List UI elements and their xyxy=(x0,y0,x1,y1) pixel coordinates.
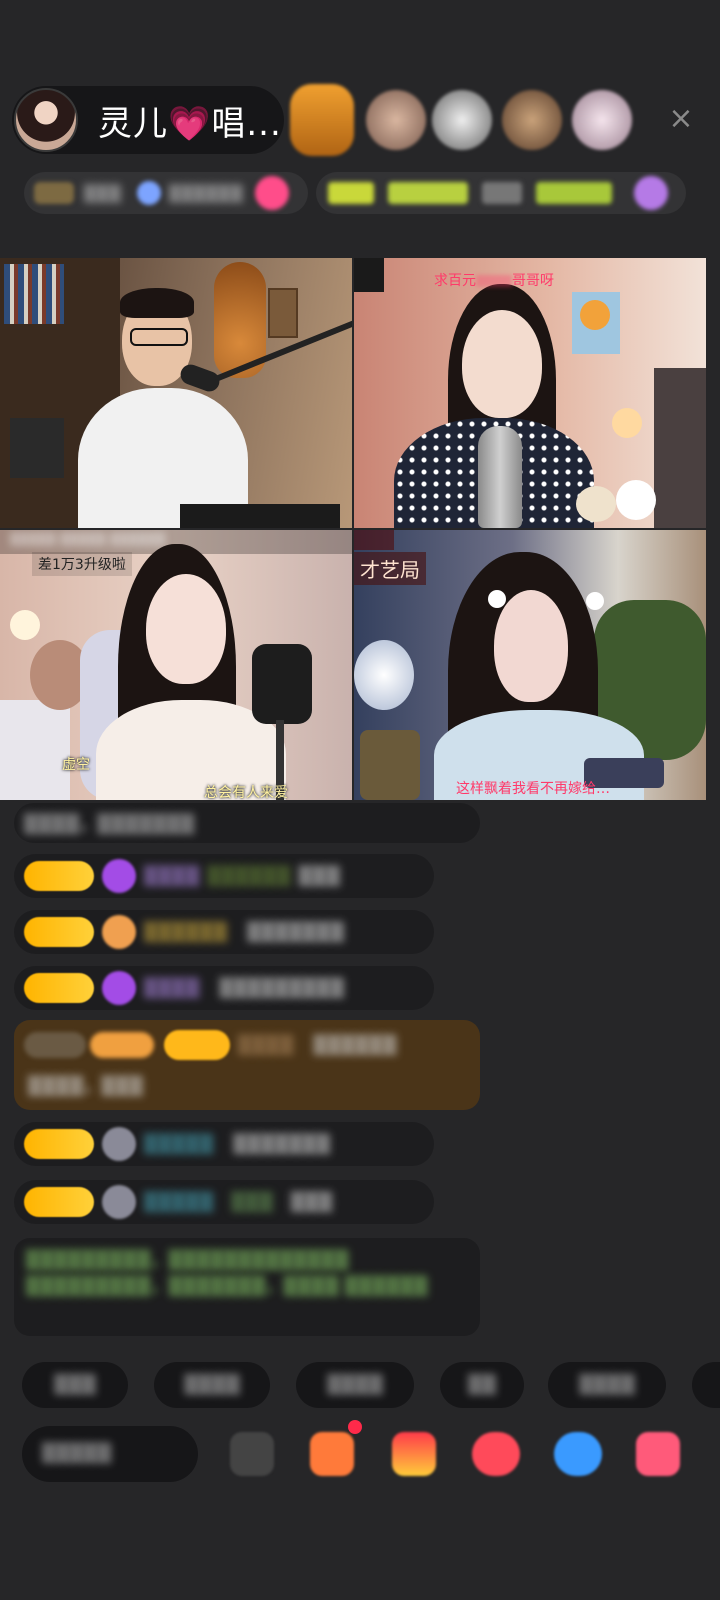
guest-face xyxy=(462,310,542,418)
host-avatar[interactable] xyxy=(14,88,78,152)
chat-message[interactable]: ▒▒▒▒▒▒ ▒▒▒▒▒▒▒ xyxy=(14,910,434,954)
microphone-icon xyxy=(478,426,522,528)
microphone-icon xyxy=(252,644,312,724)
guest-video-3[interactable]: ▒▒▒▒▒ ▒▒▒▒▒ ▒▒▒▒▒▒ 差1万3升级啦 虚空 总会有人来爱 xyxy=(0,530,352,800)
multi-guest-video-grid[interactable]: 求百元 哥哥呀 ▒▒▒▒▒ ▒▒▒▒▒ ▒▒▒▒▒▒ 差1万3升级啦 虚空 总会有… xyxy=(0,258,706,800)
chat-message[interactable]: ▒▒▒▒，▒▒▒▒▒▒▒ xyxy=(14,803,480,843)
more-icon[interactable] xyxy=(636,1432,680,1476)
quick-tag[interactable]: ▒▒▒▒ xyxy=(154,1362,270,1408)
quick-tag[interactable] xyxy=(692,1362,720,1408)
viewer-avatar[interactable] xyxy=(290,84,354,156)
guest-caption: 求百元 哥哥呀 xyxy=(434,273,554,289)
red-packet-icon[interactable] xyxy=(392,1432,436,1476)
viewer-avatar[interactable] xyxy=(432,90,492,150)
fan-badge-icon xyxy=(102,915,136,949)
quick-tag[interactable]: ▒▒▒▒ xyxy=(548,1362,666,1408)
subtitle-bottom: 这样飘着我看不再嫁给… xyxy=(456,781,610,797)
viewer-avatar[interactable] xyxy=(572,90,632,150)
notification-dot xyxy=(348,1420,362,1434)
rank-tag-right[interactable] xyxy=(316,172,686,214)
close-icon[interactable]: × xyxy=(666,104,696,134)
share-icon[interactable] xyxy=(554,1432,602,1476)
quick-tag[interactable]: ▒▒ xyxy=(440,1362,524,1408)
chat-message[interactable]: ▒▒▒▒▒ ▒▒▒ ▒▒▒ xyxy=(14,1180,434,1224)
guest-face xyxy=(146,574,226,684)
quick-tag[interactable]: ▒▒▒ xyxy=(22,1362,128,1408)
guest-video-4[interactable]: 才艺局 这样飘着我看不再嫁给… xyxy=(354,530,706,800)
emoji-icon[interactable] xyxy=(230,1432,274,1476)
host-name: 灵儿💗唱... xyxy=(98,103,282,144)
subtitle-right: 总会有人来爱 xyxy=(204,785,288,800)
viewer-avatar[interactable] xyxy=(502,90,562,150)
talent-tag: 才艺局 xyxy=(354,552,426,585)
chat-message[interactable]: ▒▒▒▒ ▒▒▒▒▒▒▒▒▒ xyxy=(14,966,434,1010)
upgrade-badge: 差1万3升级啦 xyxy=(32,552,132,576)
fan-badge-icon xyxy=(102,859,136,893)
fan-badge-icon xyxy=(102,1127,136,1161)
chat-message[interactable]: ▒▒▒▒ ▒▒▒▒▒▒ ▒▒▒ xyxy=(14,854,434,898)
subtitle-left: 虚空 xyxy=(62,757,90,773)
guest-video-1[interactable] xyxy=(0,258,352,528)
level-badge xyxy=(24,973,94,1003)
chat-message[interactable]: ▒▒▒▒▒ ▒▒▒▒▒▒▒ xyxy=(14,1122,434,1166)
host-info-pill[interactable]: 灵儿💗唱... xyxy=(12,86,284,154)
guest-face xyxy=(494,590,568,702)
fan-badge-icon xyxy=(102,1185,136,1219)
pk-icon[interactable] xyxy=(472,1432,520,1476)
viewer-avatar[interactable] xyxy=(366,90,426,150)
level-badge xyxy=(24,1187,94,1217)
chat-message-highlight[interactable]: ▒▒▒▒ ▒▒▒▒▒▒ ▒▒▒▒，▒▒▒ xyxy=(14,1020,480,1110)
gift-icon[interactable] xyxy=(310,1432,354,1476)
level-badge xyxy=(24,1129,94,1159)
rank-tag-left[interactable]: ▒▒▒ ▒▒▒▒▒▒ xyxy=(24,172,308,214)
quick-tag[interactable]: ▒▒▒▒ xyxy=(296,1362,414,1408)
system-notice: ▒▒▒▒▒▒▒▒▒，▒▒▒▒▒▒▒▒▒▒▒▒▒ ▒▒▒▒▒▒▒▒▒，▒▒▒▒▒▒… xyxy=(14,1238,480,1336)
fan-badge-icon xyxy=(102,971,136,1005)
level-badge xyxy=(24,861,94,891)
level-badge xyxy=(24,917,94,947)
guest-video-2[interactable]: 求百元 哥哥呀 xyxy=(354,258,706,528)
comment-input[interactable]: ▒▒▒▒▒ xyxy=(22,1426,198,1482)
